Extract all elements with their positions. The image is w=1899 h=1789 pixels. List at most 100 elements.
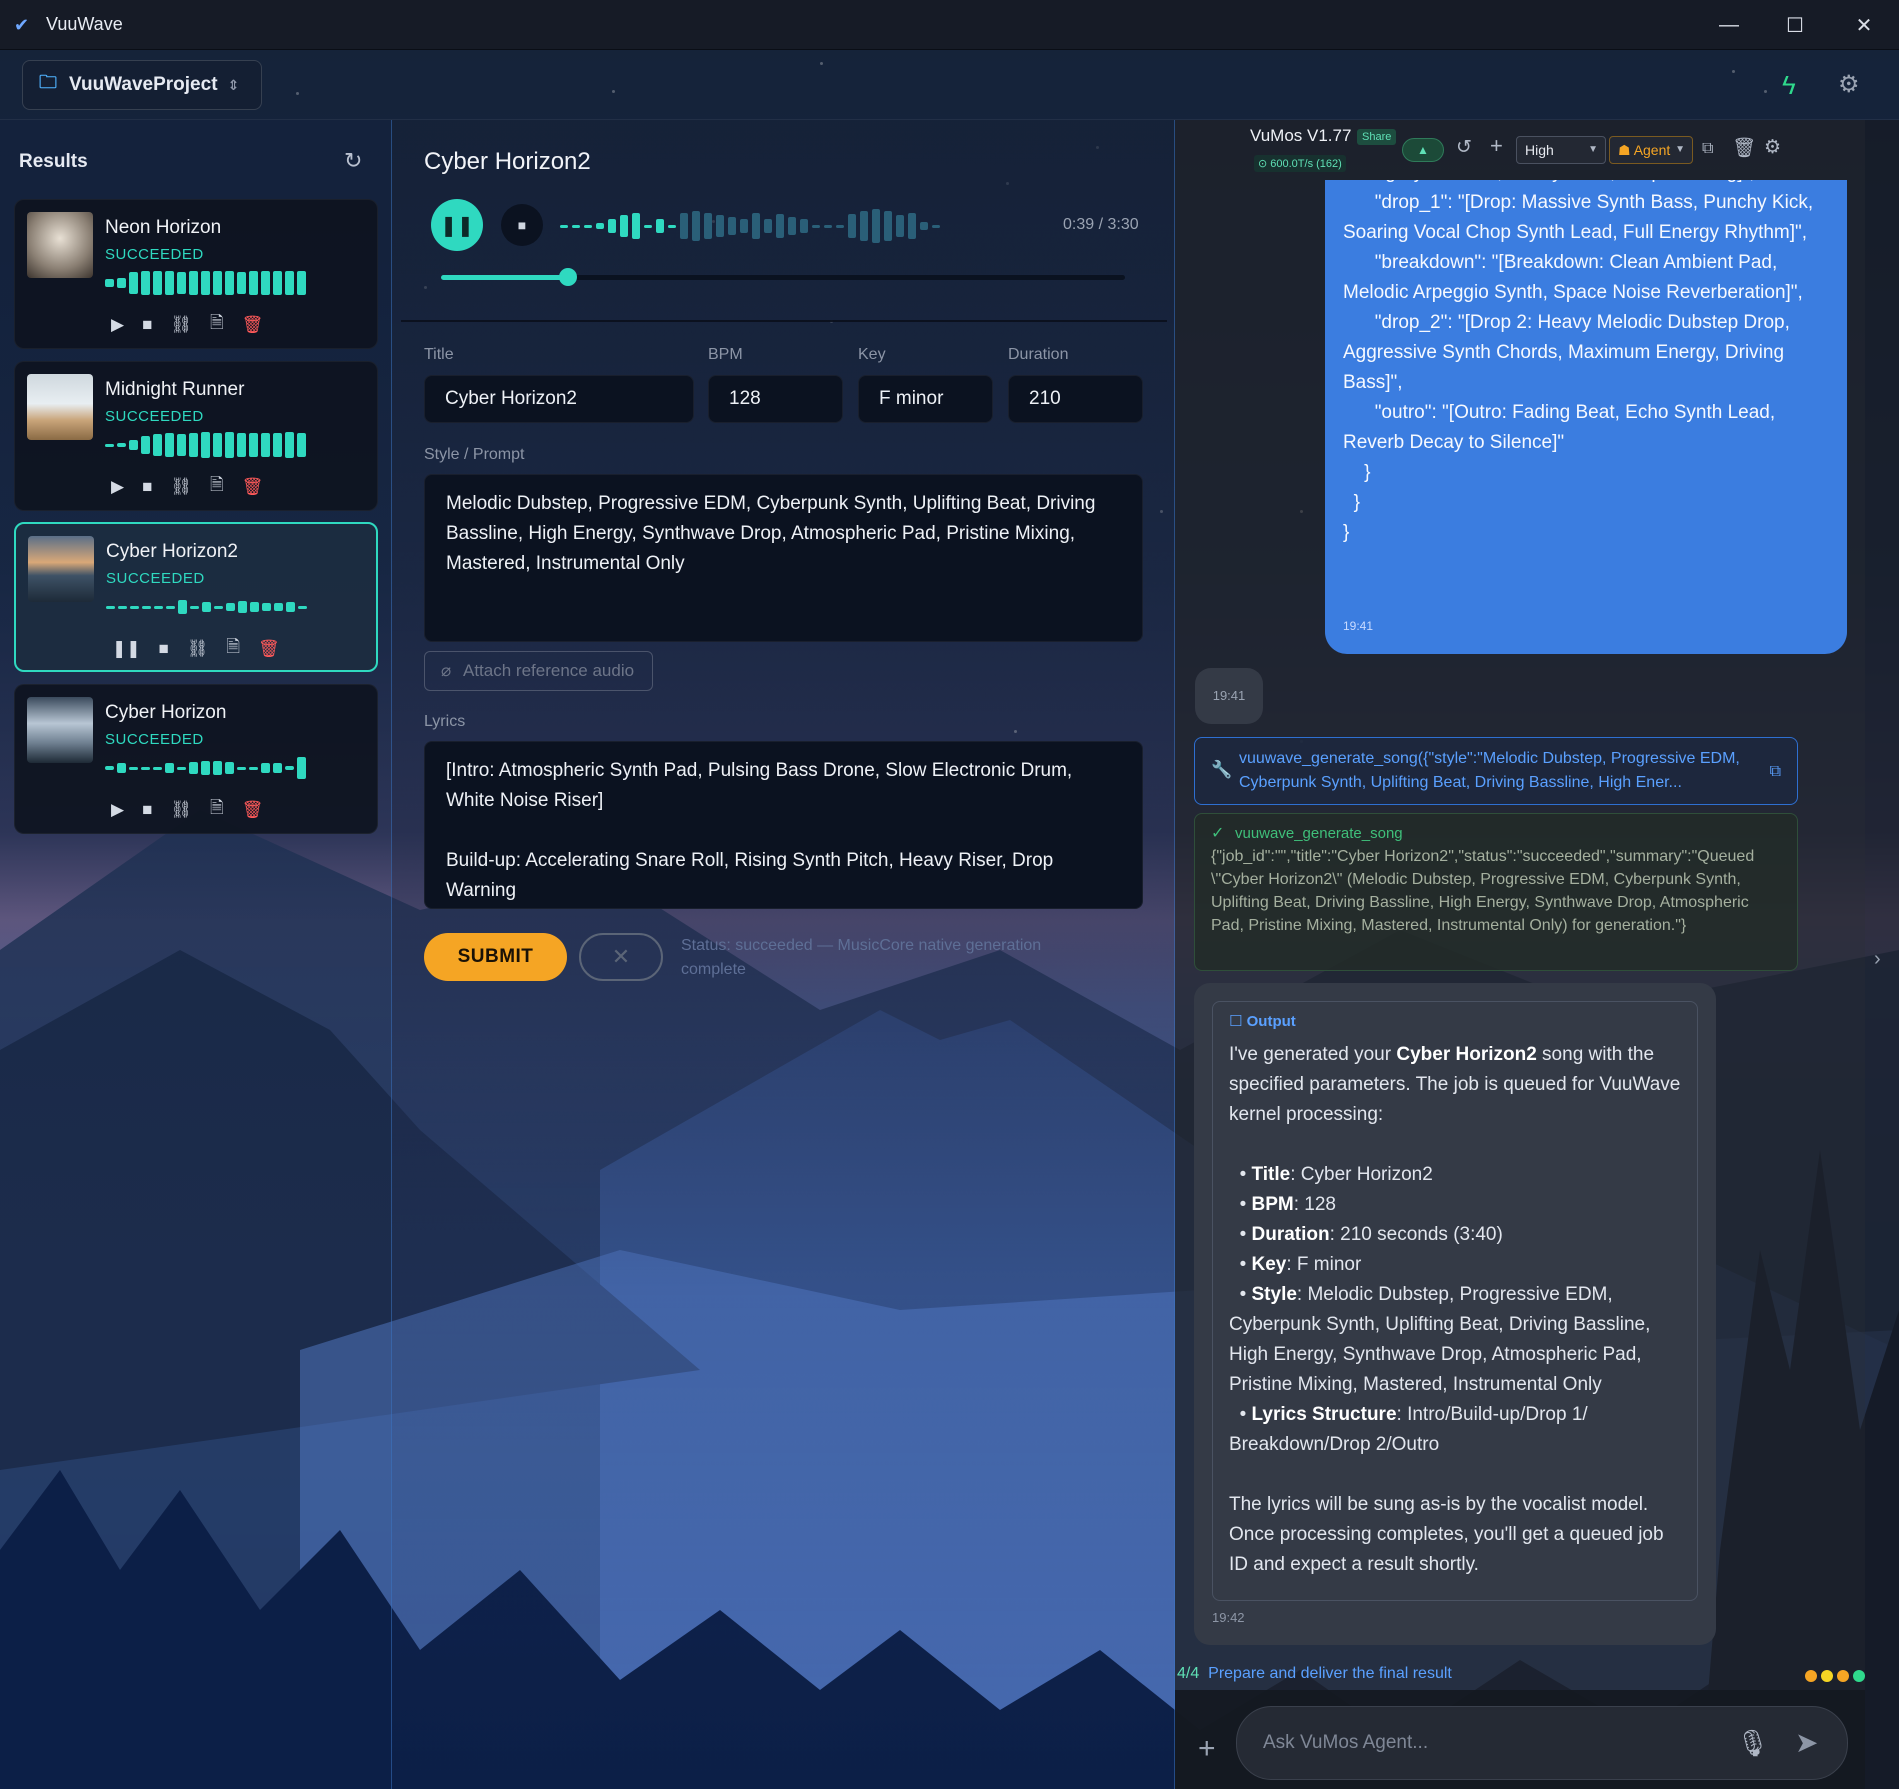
collapse-strip[interactable]: › bbox=[1865, 120, 1899, 1789]
cover-thumbnail bbox=[28, 536, 94, 602]
output-list-item: • Title: Cyber Horizon2 bbox=[1229, 1164, 1433, 1185]
stop-button[interactable]: ■ bbox=[501, 204, 543, 246]
refresh-icon[interactable]: ↻ bbox=[344, 148, 362, 174]
trash-icon[interactable]: 🗑 bbox=[242, 477, 264, 497]
trash-icon[interactable]: 🗑 bbox=[258, 639, 280, 659]
duration-input[interactable]: 210 bbox=[1008, 375, 1143, 423]
upload-button[interactable]: ▲ bbox=[1402, 138, 1444, 162]
result-card-cyber-horizon[interactable]: Cyber Horizon SUCCEEDED ▶ ■ ⛓ 🗎 🗑 bbox=[14, 684, 378, 834]
send-icon[interactable]: ➤ bbox=[1795, 1726, 1818, 1759]
lyrics-textarea[interactable]: [Intro: Atmospheric Synth Pad, Pulsing B… bbox=[424, 741, 1143, 909]
project-selector[interactable]: 🗀 VuuWaveProject ⇕ bbox=[22, 60, 262, 110]
style-prompt-textarea[interactable]: Melodic Dubstep, Progressive EDM, Cyberp… bbox=[424, 474, 1143, 642]
link-icon[interactable]: ⛓ bbox=[170, 315, 192, 335]
check-circle-icon: ✓ bbox=[1211, 825, 1225, 842]
file-icon[interactable]: 🗎 bbox=[226, 634, 240, 663]
result-card-midnight-runner[interactable]: Midnight Runner SUCCEEDED ▶ ■ ⛓ 🗎 🗑 bbox=[14, 361, 378, 511]
gear-icon[interactable]: ⚙ bbox=[1764, 136, 1781, 159]
waveform-bar bbox=[728, 217, 736, 235]
waveform-bar bbox=[632, 213, 640, 239]
file-icon[interactable]: 🗎 bbox=[210, 795, 224, 824]
minimize-button[interactable]: — bbox=[1694, 0, 1764, 50]
gear-icon[interactable]: ⚙ bbox=[1838, 70, 1860, 99]
top-toolbar bbox=[0, 50, 1899, 120]
lightning-icon[interactable]: ϟ bbox=[1782, 70, 1796, 101]
attach-label: Attach reference audio bbox=[463, 661, 635, 680]
attach-audio-button[interactable]: ⌀ Attach reference audio bbox=[424, 651, 653, 691]
song-status: SUCCEEDED bbox=[105, 731, 204, 748]
output-label: Output bbox=[1246, 1013, 1296, 1030]
song-status: SUCCEEDED bbox=[106, 570, 205, 587]
bpm-input[interactable]: 128 bbox=[708, 375, 843, 423]
stop-icon[interactable]: ■ bbox=[142, 800, 152, 820]
play-icon[interactable]: ▶ bbox=[111, 315, 124, 335]
waveform-bar bbox=[800, 219, 808, 233]
result-card-neon-horizon[interactable]: Neon Horizon SUCCEEDED ▶ ■ ⛓ 🗎 🗑 bbox=[14, 199, 378, 349]
waveform-bar bbox=[704, 213, 712, 239]
pause-icon[interactable]: ❚❚ bbox=[112, 639, 141, 659]
song-title: Midnight Runner bbox=[105, 379, 245, 400]
add-attachment-icon[interactable]: + bbox=[1198, 1732, 1216, 1766]
trash-icon[interactable]: 🗑 bbox=[242, 315, 264, 335]
effort-select[interactable]: High ▼ bbox=[1516, 136, 1606, 164]
copy-icon[interactable]: ⧉ bbox=[1702, 140, 1713, 158]
link-icon[interactable]: ⛓ bbox=[170, 800, 192, 820]
pause-button[interactable]: ❚❚ bbox=[431, 199, 483, 251]
link-icon[interactable]: ⛓ bbox=[187, 639, 209, 659]
maximize-button[interactable]: ☐ bbox=[1760, 0, 1830, 50]
waveform-bar bbox=[752, 213, 760, 239]
tool-call-card[interactable]: 🔧 vuuwave_generate_song({"style":"Melodi… bbox=[1194, 737, 1798, 805]
output-item-key: Title bbox=[1251, 1164, 1291, 1185]
waveform-bar bbox=[776, 214, 784, 238]
output-item-key: Style bbox=[1251, 1284, 1297, 1305]
seek-slider[interactable] bbox=[441, 268, 1125, 286]
waveform-bar bbox=[812, 224, 820, 228]
pause-icon: ❚❚ bbox=[440, 214, 474, 237]
results-title: Results bbox=[19, 151, 88, 172]
link-icon[interactable]: ⛓ bbox=[170, 477, 192, 497]
mode-select[interactable]: ☗ Agent ▼ bbox=[1609, 136, 1693, 164]
title-label: Title bbox=[424, 346, 454, 363]
submit-button[interactable]: SUBMIT bbox=[424, 933, 567, 981]
waveform-bar bbox=[680, 213, 688, 239]
message-square-icon: ☐ bbox=[1229, 1013, 1243, 1030]
history-icon[interactable]: ↺ bbox=[1456, 136, 1472, 159]
typing-bubble: 19:41 bbox=[1195, 668, 1263, 724]
output-item-value: : F minor bbox=[1286, 1254, 1362, 1275]
waveform-bar bbox=[872, 209, 880, 243]
wrench-icon: 🔧 bbox=[1211, 760, 1233, 779]
file-icon[interactable]: 🗎 bbox=[210, 472, 224, 501]
output-item-value: : Cyber Horizon2 bbox=[1290, 1164, 1433, 1185]
play-icon[interactable]: ▶ bbox=[111, 477, 124, 497]
trash-icon[interactable]: 🗑 bbox=[1732, 136, 1756, 160]
play-icon[interactable]: ▶ bbox=[111, 800, 124, 820]
key-input[interactable]: F minor bbox=[858, 375, 993, 423]
close-button[interactable]: ✕ bbox=[1829, 0, 1899, 50]
file-icon[interactable]: 🗎 bbox=[210, 310, 224, 339]
style-label: Style / Prompt bbox=[424, 446, 525, 463]
result-card-cyber-horizon2[interactable]: Cyber Horizon2 SUCCEEDED ❚❚ ■ ⛓ 🗎 🗑 bbox=[14, 522, 378, 672]
stop-icon[interactable]: ■ bbox=[142, 477, 152, 497]
user-message-text: Rising Synth Pitch, Heavy Riser, Drop Wa… bbox=[1343, 180, 1814, 543]
cover-thumbnail bbox=[27, 212, 93, 278]
trash-icon[interactable]: 🗑 bbox=[242, 800, 264, 820]
robot-icon: ☗ bbox=[1618, 142, 1631, 158]
chevron-right-icon[interactable]: › bbox=[1874, 948, 1881, 971]
external-link-icon[interactable]: ⧉ bbox=[1770, 760, 1781, 784]
song-status: SUCCEEDED bbox=[105, 246, 204, 263]
cancel-button[interactable]: ✕ bbox=[579, 933, 663, 981]
step-progress: 4/4 Prepare and deliver the final result bbox=[1175, 1665, 1865, 1687]
waveform-bar bbox=[848, 214, 856, 238]
microphone-icon[interactable]: 🎙 bbox=[1736, 1728, 1769, 1759]
waveform-bar bbox=[656, 219, 664, 233]
player-waveform[interactable] bbox=[560, 208, 940, 244]
chevron-updown-icon: ⇕ bbox=[227, 76, 240, 93]
title-input[interactable]: Cyber Horizon2 bbox=[424, 375, 694, 423]
plus-icon[interactable]: + bbox=[1490, 133, 1503, 159]
output-list-item: • Duration: 210 seconds (3:40) bbox=[1229, 1224, 1503, 1245]
waveform bbox=[105, 270, 306, 296]
stop-icon[interactable]: ■ bbox=[159, 639, 169, 659]
share-badge[interactable]: Share bbox=[1357, 129, 1397, 145]
stop-icon[interactable]: ■ bbox=[142, 315, 152, 335]
chevron-down-icon: ▼ bbox=[1588, 144, 1598, 155]
